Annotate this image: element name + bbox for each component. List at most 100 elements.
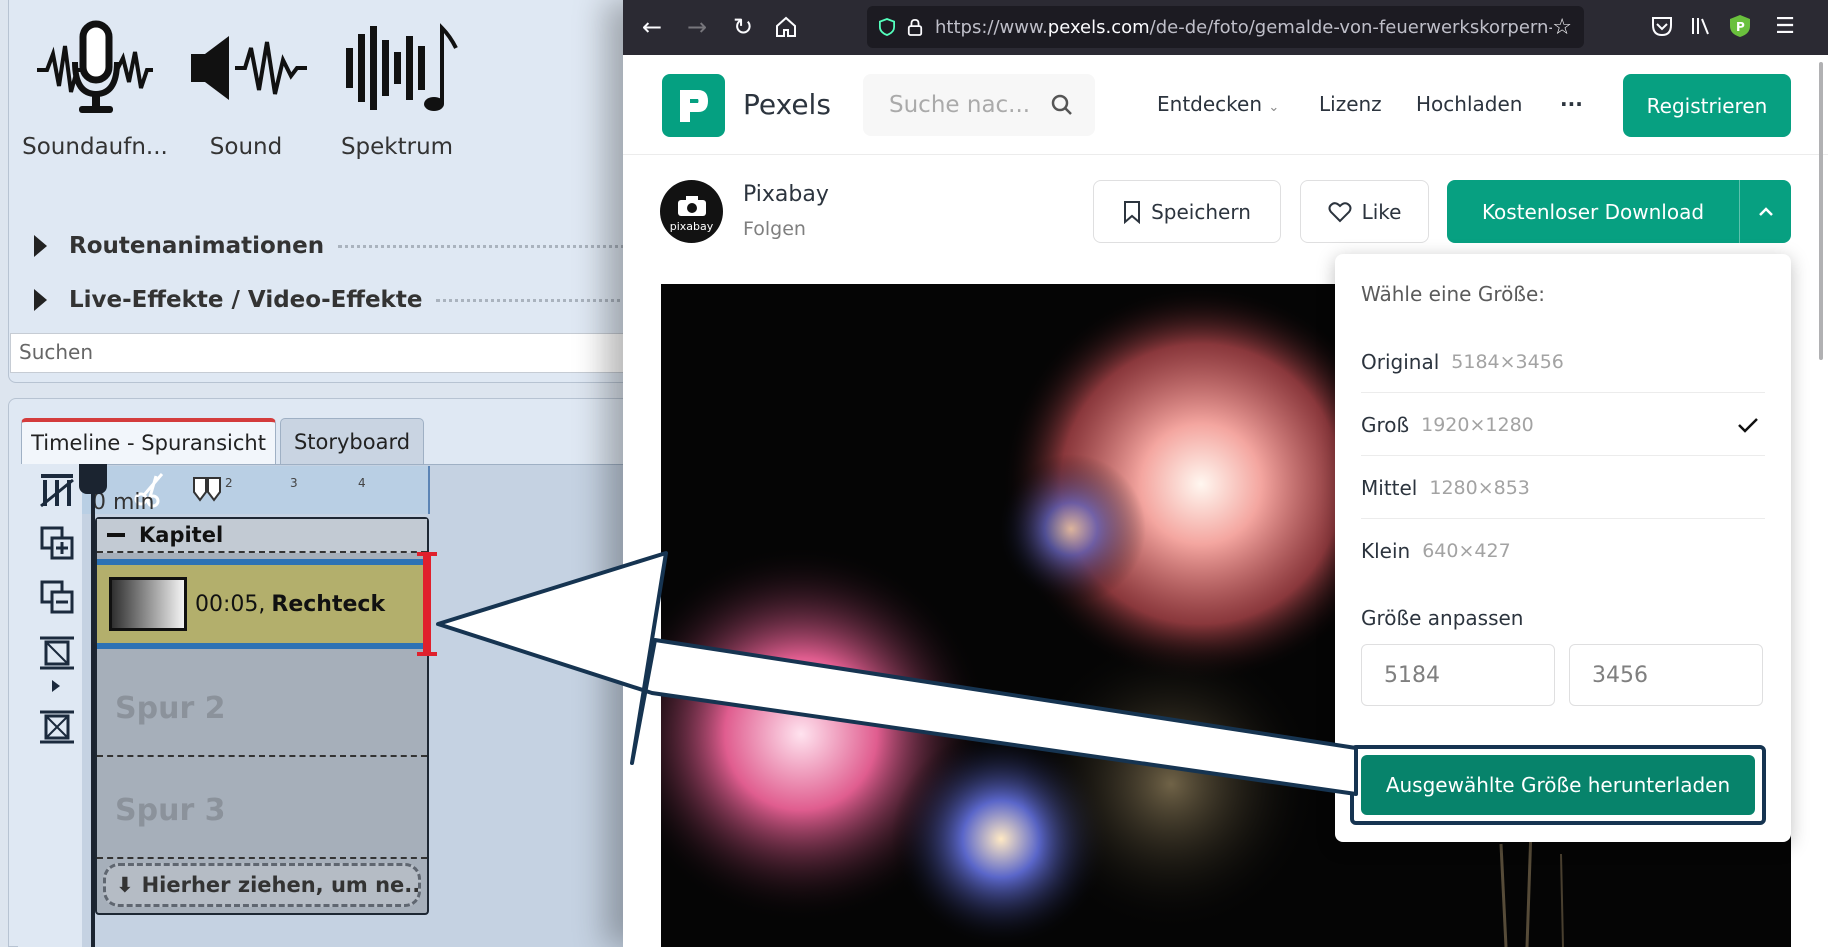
bookmark-star-icon[interactable]: ☆ — [1552, 15, 1572, 40]
remove-object-icon[interactable] — [38, 578, 76, 618]
forward-arrow-icon[interactable]: → — [683, 13, 711, 41]
track-3[interactable]: Spur 3 — [97, 759, 427, 859]
clip-trim-handle[interactable] — [417, 552, 437, 656]
clip-text: 00:05, Rechteck — [195, 592, 385, 617]
chapter-track-group: Kapitel 00:05, Rechteck Spur 2 Spur 3 ⬇ H… — [95, 517, 437, 915]
address-bar[interactable]: https://www.pexels.com/de-de/foto/gemald… — [867, 6, 1584, 48]
url-domain: pexels.com — [1047, 16, 1150, 38]
chapter-header[interactable]: Kapitel — [97, 519, 427, 553]
section-label: Routenanimationen — [69, 233, 325, 259]
tab-storyboard[interactable]: Storyboard — [280, 418, 424, 464]
nav-discover[interactable]: Entdecken ⌄ — [1157, 92, 1279, 116]
shield-icon[interactable] — [879, 17, 895, 37]
timeline-clip[interactable]: 00:05, Rechteck — [97, 559, 429, 649]
custom-width-input[interactable]: 5184 — [1361, 644, 1555, 706]
ruler-tick: 4 — [358, 476, 366, 490]
size-option-medium[interactable]: Mittel 1280×853 — [1361, 457, 1765, 519]
free-download-button[interactable]: Kostenloser Download — [1447, 180, 1791, 243]
spectrum-music-icon — [346, 23, 458, 111]
like-button[interactable]: Like — [1300, 180, 1429, 243]
expand-triangle-icon — [34, 289, 47, 311]
nav-license[interactable]: Lizenz — [1319, 92, 1382, 116]
pocket-icon[interactable] — [1651, 15, 1673, 37]
ruler-tick: 3 — [290, 476, 298, 490]
size-option-large[interactable]: Groß 1920×1280 — [1361, 394, 1765, 456]
follow-link[interactable]: Folgen — [743, 218, 806, 240]
search-placeholder: Suche nac... — [889, 92, 1031, 118]
marker-icon[interactable] — [192, 476, 224, 504]
video-editor-window: Soundaufn... Sound Spektrum Routenanimat… — [0, 0, 699, 947]
page-scrollbar[interactable] — [1819, 62, 1823, 360]
playhead-handle[interactable] — [79, 464, 107, 494]
collapse-minus-icon[interactable] — [107, 533, 125, 537]
add-object-icon[interactable] — [38, 524, 76, 564]
size-selection-menu: Wähle eine Größe: Original 5184×3456 Gro… — [1335, 254, 1791, 842]
pexels-header: Pexels Suche nac... Entdecken ⌄ Lizenz H… — [623, 55, 1828, 155]
size-option-original[interactable]: Original 5184×3456 — [1361, 331, 1765, 393]
download-selected-size-button[interactable]: Ausgewählte Größe herunterladen — [1361, 755, 1755, 815]
ruler-tick: 2 — [225, 476, 233, 490]
save-label: Speichern — [1151, 199, 1251, 224]
url-prefix: https://www. — [935, 16, 1048, 38]
library-icon[interactable] — [1690, 15, 1712, 37]
avatar-text: pixabay — [669, 220, 714, 233]
heart-icon — [1328, 201, 1352, 222]
download-arrow-icon: ⬇ — [116, 873, 134, 897]
tab-timeline[interactable]: Timeline - Spuransicht — [21, 418, 276, 464]
spectrum-tool[interactable]: Spektrum — [322, 18, 472, 160]
size-name: Original — [1361, 349, 1440, 374]
url-path: /de-de/foto/gemalde-von-feuerwerkskorper… — [1149, 16, 1553, 38]
author-name[interactable]: Pixabay — [743, 182, 829, 207]
clip-thumbnail — [109, 577, 187, 631]
search-icon[interactable] — [1051, 94, 1073, 116]
section-label: Live-Effekte / Video-Effekte — [69, 287, 423, 313]
more-dots-icon[interactable]: ··· — [1560, 92, 1583, 116]
lock-icon[interactable] — [907, 17, 923, 37]
chevron-down-icon: ⌄ — [1268, 100, 1280, 115]
size-name: Klein — [1361, 539, 1411, 563]
track-tools-icon[interactable] — [38, 470, 76, 510]
microphone-waveform-icon — [37, 20, 153, 113]
svg-text:P: P — [1736, 20, 1745, 34]
save-button[interactable]: Speichern — [1093, 180, 1281, 243]
chapter-label: Kapitel — [139, 523, 224, 547]
brand-name[interactable]: Pexels — [743, 88, 831, 121]
home-icon[interactable] — [774, 15, 798, 39]
back-arrow-icon[interactable]: ← — [638, 13, 666, 41]
zoom-fit-icon[interactable] — [38, 708, 76, 748]
sound-recording-tool[interactable]: Soundaufn... — [20, 18, 170, 160]
size-name: Mittel — [1361, 475, 1418, 500]
pexels-logo[interactable] — [662, 74, 725, 137]
chevron-up-icon[interactable] — [1739, 180, 1791, 243]
browser-toolbar: ← → ↻ https://www.pexels.com/de-de/foto/… — [623, 0, 1828, 55]
custom-size-label: Größe anpassen — [1361, 606, 1524, 630]
nav-upload[interactable]: Hochladen — [1416, 92, 1522, 116]
fit-tracks-icon[interactable] — [38, 634, 76, 696]
custom-height-input[interactable]: 3456 — [1569, 644, 1763, 706]
browser-window: ← → ↻ https://www.pexels.com/de-de/foto/… — [623, 0, 1828, 947]
vpn-extension-icon[interactable]: P — [1728, 14, 1752, 38]
track-2[interactable]: Spur 2 — [97, 657, 427, 757]
checkmark-icon — [1738, 417, 1758, 433]
size-dims: 640×427 — [1422, 540, 1511, 562]
register-button[interactable]: Registrieren — [1623, 74, 1791, 137]
effects-search-input[interactable]: Suchen — [10, 333, 650, 373]
section-live-effects[interactable]: Live-Effekte / Video-Effekte — [34, 283, 677, 317]
like-label: Like — [1361, 199, 1402, 224]
site-search-input[interactable]: Suche nac... — [863, 74, 1095, 136]
hamburger-menu-icon[interactable]: ☰ — [1771, 13, 1799, 41]
size-option-small[interactable]: Klein 640×427 — [1361, 520, 1765, 582]
highlight-frame: Ausgewählte Größe herunterladen — [1350, 745, 1766, 825]
avatar[interactable]: pixabay — [660, 180, 723, 243]
reload-icon[interactable]: ↻ — [729, 13, 757, 41]
drop-zone[interactable]: ⬇ Hierher ziehen, um ne... — [103, 863, 421, 907]
sound-tool[interactable]: Sound — [171, 18, 321, 160]
timeline-toolbar — [18, 464, 82, 947]
spectrum-label: Spektrum — [340, 134, 454, 160]
clip-name: Rechteck — [271, 591, 386, 617]
size-dims: 1280×853 — [1429, 476, 1530, 499]
ruler-time-label: 0 min — [92, 490, 155, 515]
sound-recording-label: Soundaufn... — [22, 134, 168, 160]
section-route-animations[interactable]: Routenanimationen — [34, 229, 699, 263]
size-dims: 5184×3456 — [1451, 350, 1564, 373]
